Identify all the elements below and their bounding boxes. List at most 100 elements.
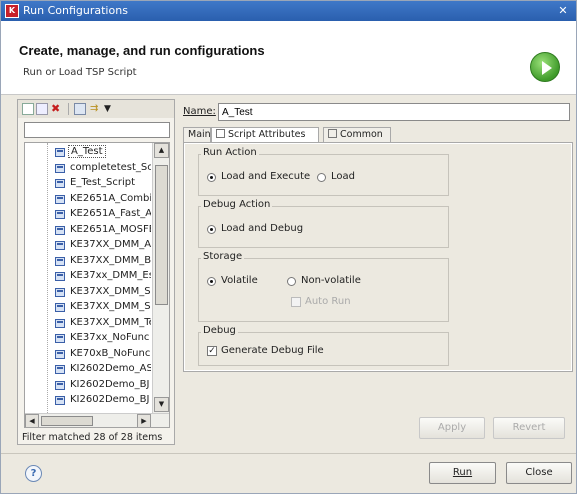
tsp-config-icon [55,334,65,343]
tsp-config-icon [55,148,65,157]
config-list-item[interactable]: KE37XX_DMM_Bc [55,254,151,269]
config-item-label: KI2602Demo_BJ [70,394,150,405]
collapse-all-icon[interactable] [74,103,86,115]
tab-common[interactable]: Common [323,127,391,143]
run-icon [530,52,560,82]
config-list-item[interactable]: KE37xx_NoFunc [55,331,151,346]
header-banner: Create, manage, and run configurations R… [1,21,576,95]
storage-title: Storage [201,251,245,262]
radio-dot [207,173,216,182]
config-list-item[interactable]: KE37XX_DMM_Te [55,316,151,331]
config-list-item[interactable]: KI2602Demo_AS [55,362,151,377]
script-attributes-pane: Run Action Load and Execute Load Debug A… [183,142,573,372]
delete-config-icon[interactable]: ✖ [51,103,63,115]
scroll-left-icon[interactable]: ◀ [25,414,39,427]
config-list-item[interactable]: KE37XX_DMM_Sc [55,300,151,315]
tsp-icon: K [5,4,19,18]
tsp-config-icon [55,365,65,374]
config-item-label: KE37XX_DMM_Sc [70,301,151,312]
duplicate-config-icon[interactable] [36,103,48,115]
name-label: Name: [183,106,216,117]
tsp-config-icon [55,210,65,219]
config-item-label: KE2651A_Combi [70,192,151,204]
config-list-item[interactable]: KI2602Demo_BJ [55,378,151,393]
run-action-title: Run Action [201,147,259,158]
tsp-config-icon [55,396,65,405]
config-item-label: KE37XX_DMM_Te [70,316,151,328]
config-list-item[interactable]: KE2651A_MOSFE [55,223,151,238]
config-item-label: KE37XX_DMM_Bc [70,254,151,266]
run-configurations-dialog: K Run Configurations ✕ Create, manage, a… [0,0,577,494]
config-list-item[interactable]: KE37xx_DMM_Es [55,269,151,284]
hscroll-thumb[interactable] [41,416,93,426]
config-list-item[interactable]: KE37XX_DMM_Ac [55,238,151,253]
footer-divider [1,453,576,454]
config-item-label: KI2602Demo_BJ [70,378,150,390]
apply-button[interactable]: Apply [419,417,485,439]
config-item-label: KE37XX_DMM_Ac [70,239,151,250]
tsp-config-icon [55,163,65,173]
config-item-label: KE70xB_NoFunc [70,347,151,359]
tree-connector [47,143,48,413]
debug-action-title: Debug Action [201,199,273,210]
config-item-label: KE37xx_NoFunc [70,332,150,343]
tab-script-attributes[interactable]: Script Attributes [211,127,319,143]
configuration-editor: Name: Main Script Attributes Common Run … [181,99,573,445]
window-close-icon[interactable]: ✕ [556,4,570,18]
debug-action-group: Debug Action Load and Debug [198,199,449,248]
configurations-toolbar: ✖ ⇉ ▼ [18,100,174,118]
scroll-down-icon[interactable]: ▼ [154,397,169,412]
tsp-config-icon [55,318,65,328]
close-button[interactable]: Close [506,462,572,484]
scroll-thumb[interactable] [155,165,168,305]
header-subtitle: Run or Load TSP Script [23,67,137,78]
view-menu-chevron-icon[interactable]: ▼ [104,103,116,115]
tsp-config-icon [55,194,65,204]
tree-vertical-scrollbar[interactable]: ▲ ▼ [152,143,169,413]
tsp-config-icon [55,225,65,235]
tsp-config-icon [55,179,65,188]
config-list-item[interactable]: KE37XX_DMM_S [55,285,151,300]
config-list-item[interactable]: E_Test_Script [55,176,151,191]
title-bar: K Run Configurations ✕ [1,1,576,21]
tab-main[interactable]: Main [183,127,211,143]
radio-dot [287,277,296,286]
config-item-label: KE37xx_DMM_Es [70,270,151,281]
window-title: Run Configurations [23,4,128,17]
name-field[interactable] [218,103,570,121]
radio-dot [317,173,326,182]
checkbox-box: ✓ [207,346,217,356]
config-item-label: A_Test [68,145,106,158]
scroll-up-icon[interactable]: ▲ [154,143,169,158]
debug-group: Debug ✓ Generate Debug File [198,325,449,366]
config-list-item[interactable]: A_Test [55,145,151,160]
filter-input[interactable] [24,122,170,138]
radio-dot [207,225,216,234]
tsp-config-icon [55,272,65,281]
storage-group: Storage Volatile Non-volatile Auto Run [198,251,449,322]
config-item-label: E_Test_Script [70,177,136,188]
toolbar-divider [68,103,69,115]
tsp-config-icon [55,241,65,250]
tree-horizontal-scrollbar[interactable]: ◀ ▶ [25,413,169,427]
help-icon[interactable]: ? [25,465,42,482]
config-item-label: KI2602Demo_AS [70,363,151,374]
config-list-item[interactable]: KI2602Demo_BJ [55,393,151,408]
filter-status: Filter matched 28 of 28 items [22,432,163,443]
config-list-item[interactable]: KE2651A_Combi [55,192,151,207]
config-list-item[interactable]: KE70xB_NoFunc [55,347,151,362]
tsp-config-icon [55,256,65,266]
filter-icon[interactable]: ⇉ [90,103,102,115]
configurations-list: A_Test completetest_Scr E_Test_Script KE265… [25,143,151,413]
common-tab-icon [328,129,337,138]
run-action-group: Run Action Load and Execute Load [198,147,449,196]
config-list-item[interactable]: completetest_Scr [55,161,151,176]
run-button[interactable]: Run [429,462,496,484]
scroll-right-icon[interactable]: ▶ [137,414,151,427]
new-config-icon[interactable] [22,103,34,115]
revert-button[interactable]: Revert [493,417,565,439]
debug-title: Debug [201,325,238,336]
config-item-label: completetest_Scr [70,161,151,173]
config-list-item[interactable]: KE2651A_Fast_A [55,207,151,222]
tsp-config-icon [55,380,65,390]
